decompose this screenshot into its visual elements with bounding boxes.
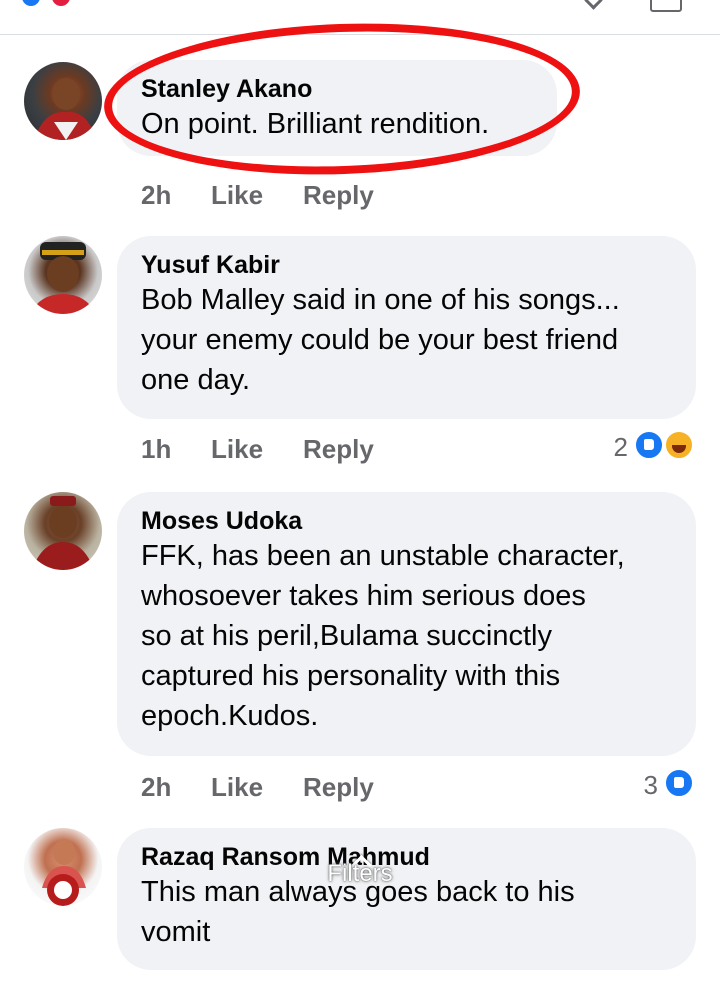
partial-like-icon	[22, 0, 40, 6]
like-reaction-icon	[664, 768, 694, 798]
comment-time[interactable]: 1h	[141, 434, 171, 465]
partial-reply-icon	[584, 0, 603, 10]
comment-author[interactable]: Yusuf Kabir	[141, 250, 672, 280]
comment-author[interactable]: Moses Udoka	[141, 506, 672, 536]
reaction-summary[interactable]: 3	[626, 768, 696, 802]
comment-text-line: epoch.Kudos.	[141, 700, 319, 732]
partial-share-icon	[650, 0, 682, 12]
comment-text-line: whosoever takes him serious does	[141, 580, 586, 612]
reply-button[interactable]: Reply	[303, 180, 374, 211]
comment-text-line: vomit	[141, 916, 211, 948]
avatar-photo	[30, 242, 96, 314]
comment-bubble: Yusuf Kabir Bob Malley said in one of hi…	[117, 236, 696, 419]
avatar[interactable]	[24, 492, 102, 570]
comment-time[interactable]: 2h	[141, 772, 171, 803]
like-reaction-icon	[634, 430, 664, 460]
comment-bubble: Razaq Ransom Mahmud This man always goes…	[117, 828, 696, 970]
comment-text-line: This man always goes back to his	[141, 876, 575, 908]
comment-text-line: FFK, has been an unstable character,	[141, 540, 625, 572]
comment-text-line: so at his peril,Bulama succinctly	[141, 620, 552, 652]
reply-button[interactable]: Reply	[303, 772, 374, 803]
comment-text-line: Bob Malley said in one of his songs...	[141, 284, 620, 316]
like-button[interactable]: Like	[211, 772, 263, 803]
highlight-circle	[101, 15, 583, 183]
reaction-count: 2	[613, 432, 628, 462]
avatar[interactable]	[24, 828, 102, 906]
avatar-photo	[32, 496, 94, 570]
reaction-summary[interactable]: 2	[596, 430, 696, 464]
avatar[interactable]	[24, 236, 102, 314]
reply-button[interactable]: Reply	[303, 434, 374, 465]
comment-time[interactable]: 2h	[141, 180, 171, 211]
avatar-photo	[42, 839, 86, 906]
comment-text-line: captured his personality with this	[141, 660, 561, 692]
filters-button[interactable]: Filters	[320, 860, 400, 888]
haha-reaction-icon	[664, 430, 694, 460]
comment-bubble: Moses Udoka FFK, has been an unstable ch…	[117, 492, 696, 756]
like-button[interactable]: Like	[211, 434, 263, 465]
partial-love-icon	[52, 0, 70, 6]
like-button[interactable]: Like	[211, 180, 263, 211]
avatar[interactable]	[24, 62, 102, 140]
reaction-count: 3	[643, 770, 658, 800]
comment-text-line: one day.	[141, 364, 251, 396]
comment-author[interactable]: Razaq Ransom Mahmud	[141, 842, 672, 872]
comment-text-line: your enemy could be your best friend	[141, 324, 619, 356]
avatar-photo	[34, 78, 96, 140]
